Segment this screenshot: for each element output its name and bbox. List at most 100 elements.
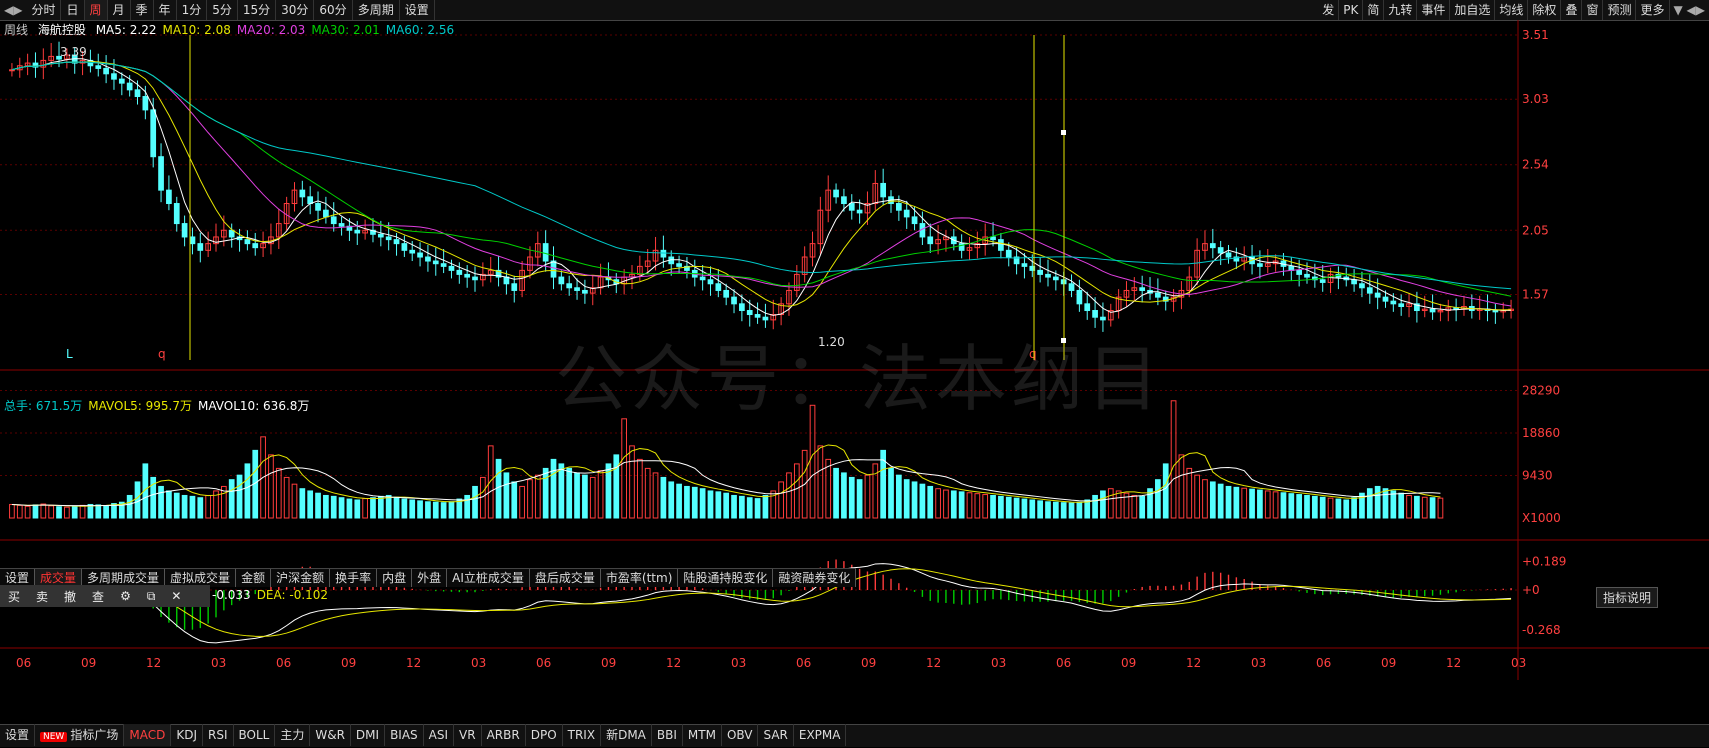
candlestick-series bbox=[10, 42, 1514, 332]
tool-tab-group: 发PK简九转事件加自选均线除权叠窗预测更多▼ ◀▶ bbox=[1318, 0, 1709, 20]
trade-button-5[interactable]: ⧉ bbox=[139, 589, 164, 604]
volume-bar bbox=[1156, 480, 1161, 518]
trade-button-2[interactable]: 撤 bbox=[56, 588, 84, 605]
tab-7[interactable]: 5分 bbox=[207, 0, 238, 20]
volume-bar bbox=[245, 464, 250, 518]
indicator-tab-5[interactable]: BOLL bbox=[234, 724, 276, 746]
vol-tab-13[interactable]: 融资融券变化 bbox=[773, 569, 856, 587]
indicator-tab-2[interactable]: MACD bbox=[124, 724, 171, 746]
volume-bar bbox=[983, 495, 988, 518]
stock-name[interactable]: 海航控股 bbox=[38, 23, 86, 37]
trade-button-6[interactable]: ✕ bbox=[163, 589, 189, 603]
volume-bar bbox=[763, 495, 768, 518]
tab-5[interactable]: 年 bbox=[154, 0, 177, 20]
indicator-tab-10[interactable]: ASI bbox=[424, 724, 454, 746]
vol-tab-8[interactable]: 外盘 bbox=[412, 569, 447, 587]
watermark: 公众号：法本纲目 bbox=[555, 320, 1163, 425]
candle bbox=[535, 232, 540, 267]
vol-tab-4[interactable]: 金额 bbox=[236, 569, 271, 587]
indicator-tab-11[interactable]: VR bbox=[454, 724, 482, 746]
indicator-tab-14[interactable]: TRIX bbox=[563, 724, 601, 746]
candle bbox=[269, 224, 274, 255]
indicator-tab-13[interactable]: DPO bbox=[526, 724, 563, 746]
expand-icon[interactable]: ▼ ◀▶ bbox=[1670, 3, 1709, 17]
tool-tab-10[interactable]: 预测 bbox=[1603, 0, 1636, 20]
tab-10[interactable]: 60分 bbox=[314, 0, 352, 20]
indicator-tab-8[interactable]: DMI bbox=[351, 724, 385, 746]
panel-toggle-icon[interactable]: ◀▶ bbox=[0, 3, 26, 17]
vol-tab-5[interactable]: 沪深金额 bbox=[271, 569, 330, 587]
indicator-tab-6[interactable]: 主力 bbox=[275, 724, 310, 746]
volume-bar bbox=[1422, 497, 1427, 518]
volume-bar bbox=[535, 475, 540, 518]
indicator-tab-label: SAR bbox=[763, 728, 787, 742]
volume-bar bbox=[716, 492, 721, 518]
x-tick: 03 bbox=[471, 656, 486, 670]
indicator-tab-16[interactable]: BBI bbox=[652, 724, 683, 746]
tab-1[interactable]: 日 bbox=[61, 0, 84, 20]
tab-8[interactable]: 15分 bbox=[238, 0, 276, 20]
tab-3[interactable]: 月 bbox=[108, 0, 131, 20]
tab-12[interactable]: 设置 bbox=[400, 0, 435, 20]
tool-tab-3[interactable]: 九转 bbox=[1384, 0, 1417, 20]
tool-tab-9[interactable]: 窗 bbox=[1582, 0, 1603, 20]
tool-tab-7[interactable]: 除权 bbox=[1528, 0, 1561, 20]
tool-tab-5[interactable]: 加自选 bbox=[1450, 0, 1495, 20]
trade-button-1[interactable]: 卖 bbox=[28, 588, 56, 605]
volume-tick: X1000 bbox=[1522, 511, 1561, 525]
vol-tab-7[interactable]: 内盘 bbox=[377, 569, 412, 587]
trade-button-3[interactable]: 查 bbox=[84, 588, 112, 605]
tab-2[interactable]: 周 bbox=[85, 0, 108, 20]
candle bbox=[1210, 229, 1215, 258]
tab-0[interactable]: 分时 bbox=[26, 0, 61, 20]
volume-bar bbox=[590, 477, 595, 518]
indicator-tab-0[interactable]: 设置 bbox=[0, 724, 35, 746]
tool-tab-4[interactable]: 事件 bbox=[1417, 0, 1450, 20]
volume-bar bbox=[25, 506, 30, 518]
volume-bar bbox=[637, 459, 642, 518]
indicator-tab-9[interactable]: BIAS bbox=[385, 724, 424, 746]
volume-bar bbox=[394, 497, 399, 518]
tab-9[interactable]: 30分 bbox=[276, 0, 314, 20]
new-badge: NEW bbox=[40, 732, 67, 742]
indicator-tab-12[interactable]: ARBR bbox=[482, 724, 526, 746]
vol-tab-6[interactable]: 换手率 bbox=[330, 569, 377, 587]
tool-tab-8[interactable]: 叠 bbox=[1561, 0, 1582, 20]
tool-tab-1[interactable]: PK bbox=[1339, 0, 1363, 20]
indicator-tab-18[interactable]: OBV bbox=[722, 724, 759, 746]
indicator-tab-4[interactable]: RSI bbox=[203, 724, 234, 746]
indicator-tab-20[interactable]: EXPMA bbox=[794, 724, 847, 746]
indicator-tab-label: W&R bbox=[315, 728, 345, 742]
tab-11[interactable]: 多周期 bbox=[353, 0, 400, 20]
tab-4[interactable]: 季 bbox=[131, 0, 154, 20]
vol-tab-11[interactable]: 市盈率(ttm) bbox=[601, 569, 678, 587]
tool-tab-11[interactable]: 更多 bbox=[1636, 0, 1669, 20]
price-tick: 2.05 bbox=[1522, 223, 1549, 237]
tool-tab-0[interactable]: 发 bbox=[1318, 0, 1339, 20]
candle bbox=[716, 269, 721, 297]
tool-tab-6[interactable]: 均线 bbox=[1495, 0, 1528, 20]
volume-bar bbox=[57, 507, 62, 518]
volume-bar bbox=[80, 505, 85, 518]
vol-tab-10[interactable]: 盘后成交量 bbox=[530, 569, 601, 587]
indicator-tab-7[interactable]: W&R bbox=[310, 724, 351, 746]
indicator-tab-3[interactable]: KDJ bbox=[171, 724, 203, 746]
vol-tab-9[interactable]: AI立桩成交量 bbox=[447, 569, 530, 587]
indicator-help-button[interactable]: 指标说明 bbox=[1596, 587, 1658, 608]
candle bbox=[1438, 304, 1443, 321]
indicator-tab-19[interactable]: SAR bbox=[758, 724, 793, 746]
indicator-tab-1[interactable]: NEW指标广场 bbox=[35, 724, 124, 746]
candle bbox=[1014, 248, 1019, 275]
vol-tab-12[interactable]: 陆股通持股变化 bbox=[678, 569, 773, 587]
volume-bar bbox=[1258, 490, 1263, 518]
trade-button-4[interactable]: ⚙ bbox=[112, 589, 139, 603]
tab-6[interactable]: 1分 bbox=[177, 0, 208, 20]
candle bbox=[637, 256, 642, 281]
trade-button-0[interactable]: 买 bbox=[0, 588, 28, 605]
ma-label-1: MA10: 2.08 bbox=[162, 23, 230, 37]
volume-bar bbox=[889, 468, 894, 518]
tool-tab-2[interactable]: 简 bbox=[1363, 0, 1384, 20]
indicator-tab-15[interactable]: 新DMA bbox=[601, 724, 652, 746]
volume-bar bbox=[182, 495, 187, 518]
indicator-tab-17[interactable]: MTM bbox=[683, 724, 722, 746]
